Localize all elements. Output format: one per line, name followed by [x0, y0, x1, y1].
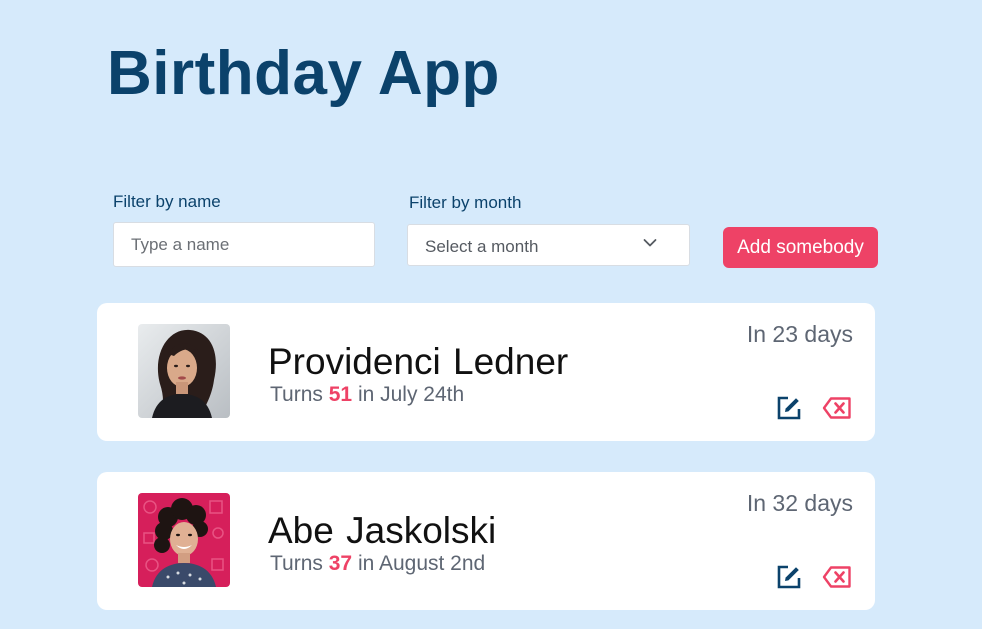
filter-month-label: Filter by month [409, 193, 522, 212]
birthday-card: Providenci Ledner Turns 51 in July 24th … [97, 303, 875, 441]
month-filter-select[interactable]: Select a month [407, 224, 690, 266]
filter-name-label: Filter by name [113, 192, 221, 211]
age-value: 37 [328, 552, 353, 575]
add-somebody-button[interactable]: Add somebody [723, 227, 878, 268]
birthday-details: Turns 37 in August 2nd [270, 552, 485, 576]
birthday-details: Turns 51 in July 24th [270, 383, 464, 407]
turns-label: Turns [270, 552, 323, 575]
days-until-birthday: In 23 days [746, 321, 853, 347]
birthday-card: Abe Jaskolski Turns 37 in August 2nd In … [97, 472, 875, 610]
delete-icon[interactable] [822, 565, 852, 589]
edit-icon[interactable] [776, 395, 802, 421]
turns-label: Turns [270, 383, 323, 406]
chevron-down-icon [643, 239, 657, 247]
person-name: Abe Jaskolski [268, 510, 497, 551]
avatar [138, 493, 230, 587]
avatar [138, 324, 230, 418]
delete-icon[interactable] [822, 396, 852, 420]
days-until-birthday: In 32 days [746, 490, 853, 516]
person-name: Providenci Ledner [268, 341, 569, 382]
name-filter-input[interactable] [113, 222, 375, 267]
page-title: Birthday App [107, 39, 500, 108]
edit-icon[interactable] [776, 564, 802, 590]
month-select-value: Select a month [425, 237, 539, 256]
birthday-date: in July 24th [357, 383, 465, 406]
birthday-date: in August 2nd [357, 552, 486, 575]
age-value: 51 [328, 383, 353, 406]
